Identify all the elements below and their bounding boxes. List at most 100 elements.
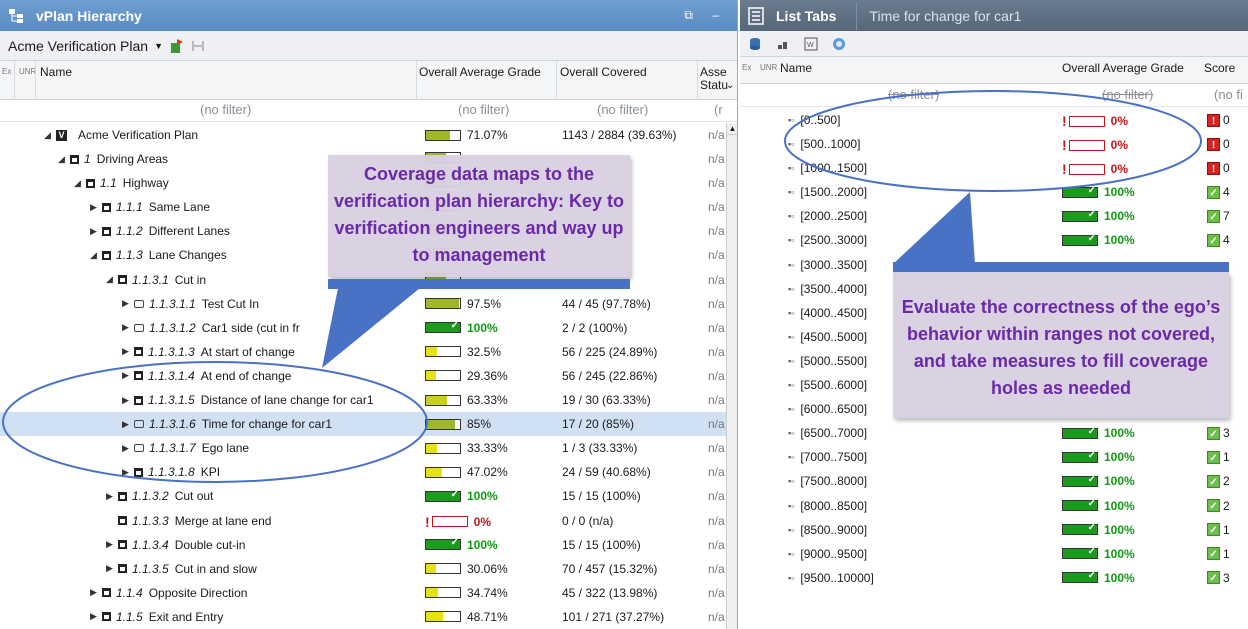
grade-filter[interactable]: (no filter) [1102,87,1153,102]
col-unr[interactable]: UNR [760,63,777,72]
expand-arrow-icon[interactable]: ▶ [106,539,118,550]
tree-row[interactable]: ▶ 1.1.3.5 Cut in and slow 30.06% 70 / 457 (1… [0,557,726,581]
bucket-row[interactable]: ▪▫ [7000..7500] ✓ 100% ✓ 1 [740,445,1248,469]
score-cell: ✓ 2 [1207,499,1230,513]
bucket-row[interactable]: ▪▫ [9000..9500] ✓ 100% ✓ 1 [740,542,1248,566]
tree-row[interactable]: ▶ 1.1.3.1.5 Distance of lane change for ca… [0,388,726,412]
tree-row[interactable]: ▶ 1.1.3.2 Cut out ✓ 100% 15 / 15 (100%) n/a [0,484,726,508]
expand-arrow-icon[interactable]: ◢ [74,178,86,189]
merge-icon[interactable] [191,39,205,53]
col-unr[interactable]: UNR [19,67,36,76]
expand-arrow-icon[interactable]: ▶ [90,226,102,237]
score-filter[interactable]: (no fi [1214,87,1243,102]
plan-section-number: 1.1.2 [116,224,143,239]
name-filter[interactable]: (no filter) [888,87,939,102]
grade-value: 63.33% [467,393,508,408]
tree-row[interactable]: ▶ 1.1.3.1.3 At start of change 32.5% 56 / 22… [0,340,726,364]
bucket-row[interactable]: ▪▫ [1000..1500]! 0%! 0 [740,156,1248,180]
section-icon [134,467,143,477]
tree-row[interactable]: 1.1.3.3 Merge at lane end! 0% 0 / 0 (n/a) n/… [0,509,726,533]
expand-arrow-icon[interactable]: ▶ [122,467,134,478]
col-overall-average-grade[interactable]: Overall Average Grade [419,65,541,79]
grade-value: 100% [1104,233,1135,248]
covered-value: 56 / 225 (24.89%) [562,344,658,359]
expand-arrow-icon[interactable]: ◢ [90,250,102,261]
section-icon [102,612,111,622]
col-assessment-status-1[interactable]: Asse [700,65,727,79]
scroll-up-icon[interactable]: ▲ [727,123,737,135]
vertical-scrollbar[interactable]: ▲ [726,123,737,629]
bucket-row[interactable]: ▪▫ [0..500]! 0%! 0 [740,108,1248,132]
tree-row[interactable]: ▶ 1.1.5 Exit and Entry 48.71% 101 / 271 (37.… [0,605,726,629]
expand-arrow-icon[interactable]: ◢ [106,274,118,285]
expand-arrow-icon[interactable]: ▶ [122,298,134,309]
tree-row[interactable]: ▶ 1.1.3.1.2 Car1 side (cut in fr ✓ 100% 2 / 2… [0,316,726,340]
plan-section-label: Lane Changes [148,248,227,263]
target-icon[interactable] [832,37,846,51]
refresh-plan-icon[interactable] [169,38,185,54]
expand-arrow-icon[interactable]: ▶ [90,587,102,598]
expand-arrow-icon[interactable]: ▶ [122,419,134,430]
covered-filter[interactable]: (no filter) [597,102,648,117]
col-assessment-status-2[interactable]: Statu [700,78,728,92]
grade-cell: ! 0% [1062,113,1128,129]
covered-value: 2 / 2 (100%) [562,320,628,335]
status-value: n/a [708,344,725,359]
col-more-icon[interactable]: ⌄ [726,80,734,91]
grade-filter[interactable]: (no filter) [458,102,509,117]
plan-selector[interactable]: Acme Verification Plan [8,38,148,54]
vplan-panel-title: vPlan Hierarchy [36,7,142,24]
chevron-down-icon[interactable]: ▼ [154,41,163,51]
bucket-row[interactable]: ▪▫ [8500..9000] ✓ 100% ✓ 1 [740,518,1248,542]
list-tab-time-for-change[interactable]: Time for change for car1 [869,8,1021,24]
tree-row[interactable]: ▶ 1.1.3.1.8 KPI 47.02% 24 / 59 (40.68%) n/a [0,460,726,484]
grade-cell: ✓ 100% [1062,185,1135,199]
col-ex[interactable]: Ex [742,63,751,72]
bucket-row[interactable]: ▪▫ [6500..7000] ✓ 100% ✓ 3 [740,421,1248,445]
grade-value: 29.36% [467,368,508,383]
grade-value: 100% [1104,522,1135,537]
name-filter[interactable]: (no filter) [200,102,251,117]
check-icon: ✓ [1087,425,1096,437]
database-icon[interactable] [748,37,762,51]
status-filter[interactable]: (r [714,102,723,117]
bucket-row[interactable]: ▪▫ [2000..2500] ✓ 100% ✓ 7 [740,204,1248,228]
expand-arrow-icon[interactable]: ▶ [90,202,102,213]
bucket-row[interactable]: ▪▫ [2500..3000] ✓ 100% ✓ 4 [740,228,1248,252]
expand-arrow-icon[interactable]: ◢ [58,154,70,165]
col-score[interactable]: Score [1204,61,1235,75]
bucket-row[interactable]: ▪▫ [7500..8000] ✓ 100% ✓ 2 [740,469,1248,493]
coverage-bins-icon[interactable] [776,37,790,51]
tree-row[interactable]: ◢ V Acme Verification Plan 71.07% 1143 / 288… [0,123,726,147]
expand-arrow-icon[interactable]: ▶ [122,395,134,406]
col-name[interactable]: Name [40,65,72,79]
tree-row[interactable]: ▶ 1.1.3.1.4 At end of change 29.36% 56 / 245… [0,364,726,388]
expand-arrow-icon[interactable]: ▶ [106,563,118,574]
plan-section-number: 1.1.3.1.6 [149,417,196,432]
tree-row[interactable]: ▶ 1.1.4 Opposite Direction 34.74% 45 / 322 (… [0,581,726,605]
bucket-range: [1500..2000] [800,185,868,200]
expand-arrow-icon[interactable]: ▶ [122,443,134,454]
expand-arrow-icon[interactable]: ◢ [44,130,56,141]
expand-arrow-icon[interactable]: ▶ [122,322,134,333]
tree-row[interactable]: ▶ 1.1.3.1.7 Ego lane 33.33% 1 / 3 (33.33%) n/… [0,436,726,460]
bucket-row[interactable]: ▪▫ [8000..8500] ✓ 100% ✓ 2 [740,494,1248,518]
col-name[interactable]: Name [780,61,812,75]
bucket-row[interactable]: ▪▫ [500..1000]! 0%! 0 [740,132,1248,156]
plan-section-label: Exit and Entry [148,609,224,624]
tree-row[interactable]: ▶ 1.1.3.1.6 Time for change for car1 85% 17 … [0,412,726,437]
tree-row[interactable]: ▶ 1.1.3.1.1 Test Cut In 97.5% 44 / 45 (97.78… [0,292,726,316]
window-controls[interactable]: ⧉ ‒ [684,8,727,23]
tree-row[interactable]: ▶ 1.1.3.4 Double cut-in ✓ 100% 15 / 15 (100%)… [0,533,726,557]
bucket-row[interactable]: ▪▫ [9500..10000] ✓ 100% ✓ 3 [740,566,1248,590]
col-overall-average-grade[interactable]: Overall Average Grade [1062,61,1184,75]
bucket-row[interactable]: ▪▫ [1500..2000] ✓ 100% ✓ 4 [740,180,1248,204]
col-ex[interactable]: Ex [2,67,11,76]
expand-arrow-icon[interactable]: ▶ [122,346,134,357]
vplan-filter-row: (no filter) (no filter) (no filter) (r [0,100,737,122]
weight-icon[interactable]: W [804,37,818,51]
expand-arrow-icon[interactable]: ▶ [90,611,102,622]
expand-arrow-icon[interactable]: ▶ [122,370,134,381]
expand-arrow-icon[interactable]: ▶ [106,491,118,502]
col-overall-covered[interactable]: Overall Covered [560,65,647,79]
